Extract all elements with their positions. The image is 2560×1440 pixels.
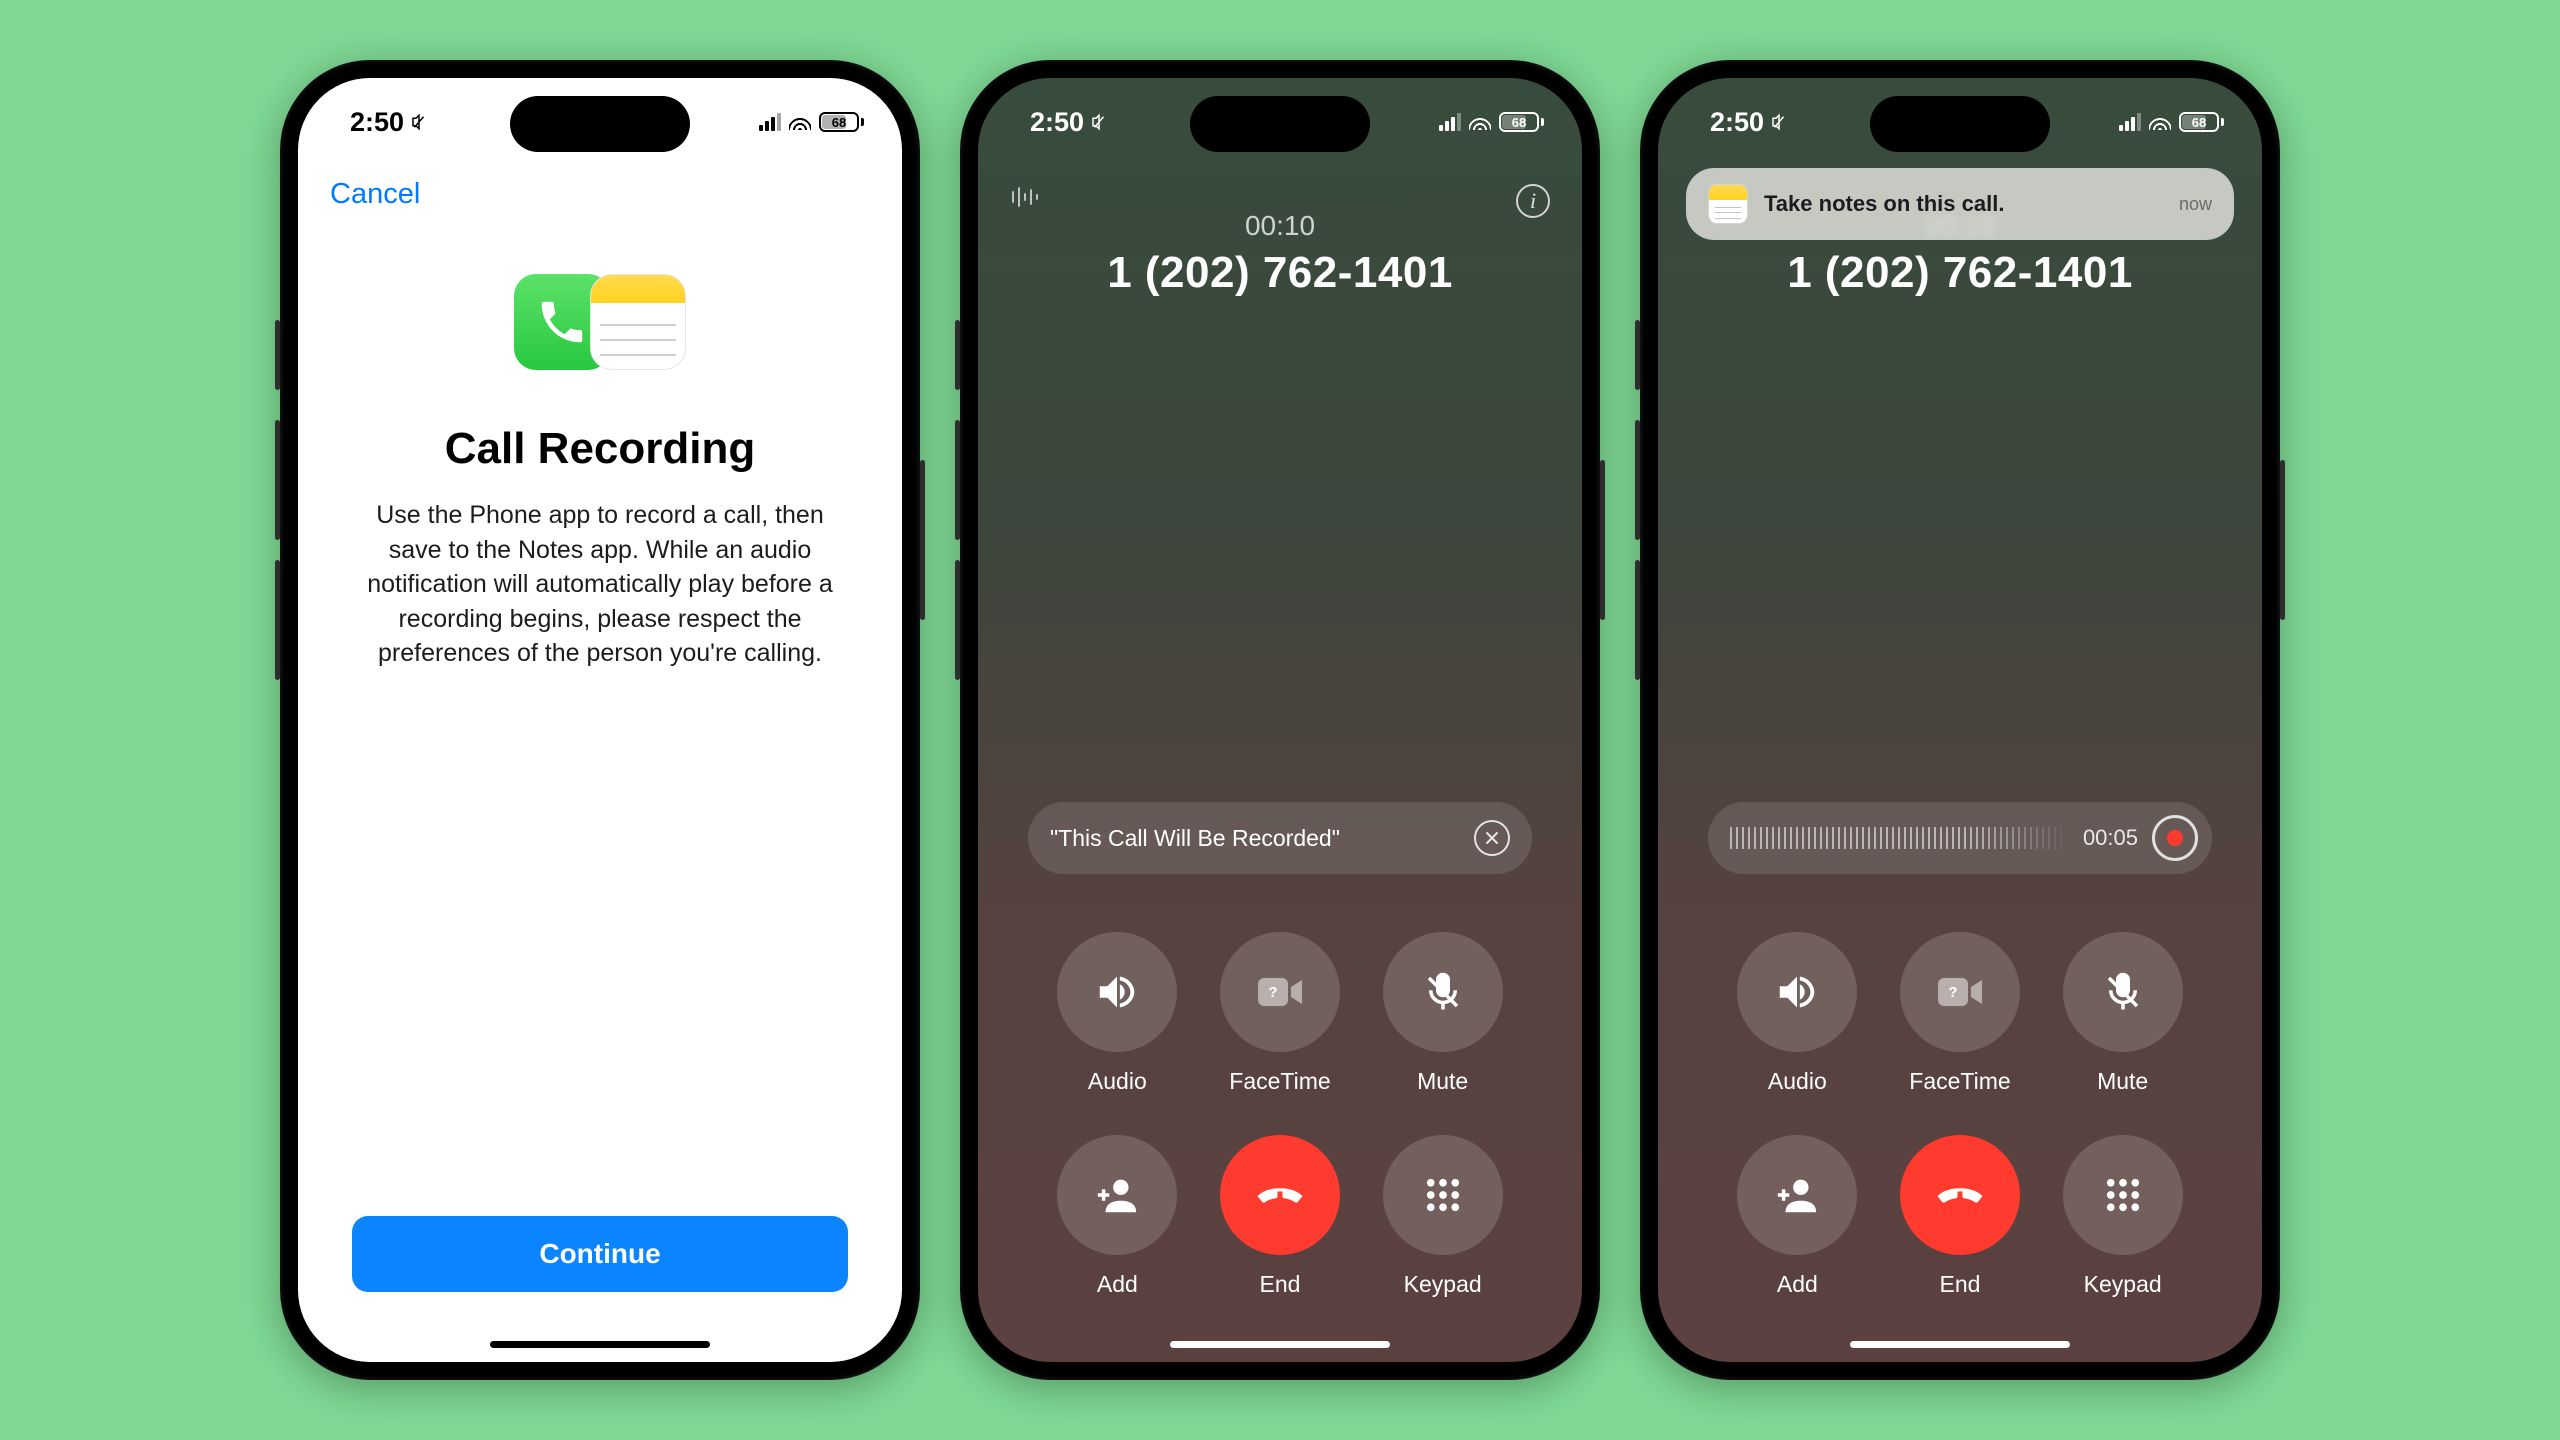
status-time: 2:50 [1030, 107, 1084, 138]
signal-icon [1439, 113, 1461, 131]
phone-number: 1 (202) 762-1401 [978, 248, 1582, 298]
keypad-button[interactable]: Keypad [2063, 1135, 2183, 1298]
battery-level: 68 [832, 115, 846, 130]
add-button[interactable]: Add [1057, 1135, 1177, 1298]
battery-icon: 68 [1499, 112, 1544, 132]
facetime-button[interactable]: ? FaceTime [1900, 932, 2020, 1095]
mute-label: Mute [2097, 1068, 2148, 1095]
hero-icons [298, 268, 902, 378]
end-button[interactable]: End [1900, 1135, 2020, 1298]
dynamic-island [510, 96, 690, 152]
dynamic-island [1190, 96, 1370, 152]
notes-app-icon [590, 274, 686, 370]
phone-number: 1 (202) 762-1401 [1658, 248, 2262, 298]
audio-label: Audio [1768, 1068, 1827, 1095]
call-controls: Audio ? FaceTime Mute Add End Keypad [1658, 932, 2262, 1298]
wifi-icon [789, 114, 811, 130]
keypad-button[interactable]: Keypad [1383, 1135, 1503, 1298]
stop-recording-button[interactable] [2152, 815, 2198, 861]
battery-level: 68 [2192, 115, 2206, 130]
battery-icon: 68 [2179, 112, 2224, 132]
notes-icon [1708, 184, 1748, 224]
facetime-button[interactable]: ? FaceTime [1220, 932, 1340, 1095]
audio-label: Audio [1088, 1068, 1147, 1095]
banner-text: "This Call Will Be Recorded" [1050, 825, 1474, 852]
audio-button[interactable]: Audio [1737, 932, 1857, 1095]
recording-banner: "This Call Will Be Recorded" [1028, 802, 1532, 874]
page-title: Call Recording [298, 424, 902, 474]
call-controls: Audio ? FaceTime Mute Add End Keypad [978, 932, 1582, 1298]
facetime-label: FaceTime [1909, 1068, 2010, 1095]
recording-indicator: 00:05 [1708, 802, 2212, 874]
status-time: 2:50 [1710, 107, 1764, 138]
waveform-display [1730, 827, 2069, 849]
keypad-label: Keypad [1404, 1271, 1482, 1298]
end-button[interactable]: End [1220, 1135, 1340, 1298]
battery-icon: 68 [819, 112, 864, 132]
signal-icon [759, 113, 781, 131]
silent-mode-icon [1770, 113, 1788, 131]
svg-text:?: ? [1948, 984, 1957, 1001]
notification-banner[interactable]: Take notes on this call. now [1686, 168, 2234, 240]
add-button[interactable]: Add [1737, 1135, 1857, 1298]
status-time: 2:50 [350, 107, 404, 138]
silent-mode-icon [410, 113, 428, 131]
mute-button[interactable]: Mute [1383, 932, 1503, 1095]
wifi-icon [2149, 114, 2171, 130]
silent-mode-icon [1090, 113, 1108, 131]
cancel-button[interactable]: Cancel [330, 178, 420, 211]
mute-button[interactable]: Mute [2063, 932, 2183, 1095]
info-icon[interactable]: i [1516, 184, 1550, 218]
continue-button[interactable]: Continue [352, 1216, 848, 1292]
phone-1: 2:50 68 Cancel Call Recording Use the [280, 60, 920, 1380]
recording-timer: 00:05 [2083, 825, 2138, 851]
phone-2: 2:50 68 i 00:10 1 (202) 762-1401 "This C… [960, 60, 1600, 1380]
audio-button[interactable]: Audio [1057, 932, 1177, 1095]
end-label: End [1940, 1271, 1981, 1298]
keypad-label: Keypad [2084, 1271, 2162, 1298]
signal-icon [2119, 113, 2141, 131]
end-label: End [1260, 1271, 1301, 1298]
wifi-icon [1469, 114, 1491, 130]
mute-label: Mute [1417, 1068, 1468, 1095]
add-label: Add [1097, 1271, 1138, 1298]
battery-level: 68 [1512, 115, 1526, 130]
call-timer: 00:10 [978, 210, 1582, 242]
add-label: Add [1777, 1271, 1818, 1298]
notification-time: now [2179, 194, 2212, 215]
phone-3: 2:50 68 Take notes on this call. now 00:… [1640, 60, 2280, 1380]
notification-text: Take notes on this call. [1764, 191, 2163, 217]
dynamic-island [1870, 96, 2050, 152]
waveform-icon[interactable] [1010, 184, 1046, 210]
home-indicator[interactable] [1850, 1341, 2070, 1348]
home-indicator[interactable] [1170, 1341, 1390, 1348]
close-banner-button[interactable] [1474, 820, 1510, 856]
description-text: Use the Phone app to record a call, then… [358, 498, 842, 671]
facetime-label: FaceTime [1229, 1068, 1330, 1095]
svg-text:?: ? [1268, 984, 1277, 1001]
home-indicator[interactable] [490, 1341, 710, 1348]
